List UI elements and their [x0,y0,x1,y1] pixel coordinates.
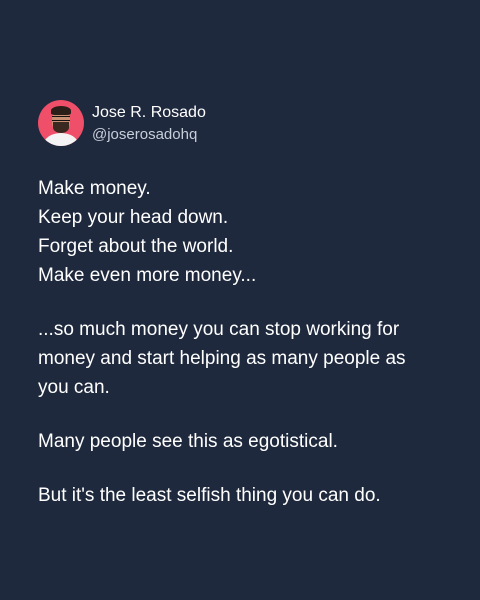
post-line: ...so much money you can stop working fo… [38,319,400,340]
post-paragraph-1: Make money. Keep your head down. Forget … [38,174,458,290]
post-line: Forget about the world. [38,236,234,257]
author-header: Jose R. Rosado @joserosadohq [38,98,458,148]
quote-card: Jose R. Rosado @joserosadohq Make money.… [38,98,458,510]
author-name: Jose R. Rosado [92,103,206,121]
post-paragraph-2: ...so much money you can stop working fo… [38,315,458,402]
avatar-glasses [52,116,70,121]
avatar-beard [53,122,69,133]
avatar-hair [51,106,71,115]
post-line: money and start helping as many people a… [38,348,406,369]
avatar-shoulders [44,133,78,146]
avatar [38,100,84,146]
post-line: Keep your head down. [38,207,229,228]
post-line: you can. [38,377,110,398]
post-line: Make even more money... [38,265,257,286]
post-paragraph-4: But it's the least selfish thing you can… [38,485,381,506]
post-line: Make money. [38,178,151,199]
post-paragraph-3: Many people see this as egotistical. [38,431,338,452]
post-body: Make money. Keep your head down. Forget … [38,174,458,510]
author-handle: @joserosadohq [92,125,198,143]
author-names: Jose R. Rosado @joserosadohq [92,103,206,143]
